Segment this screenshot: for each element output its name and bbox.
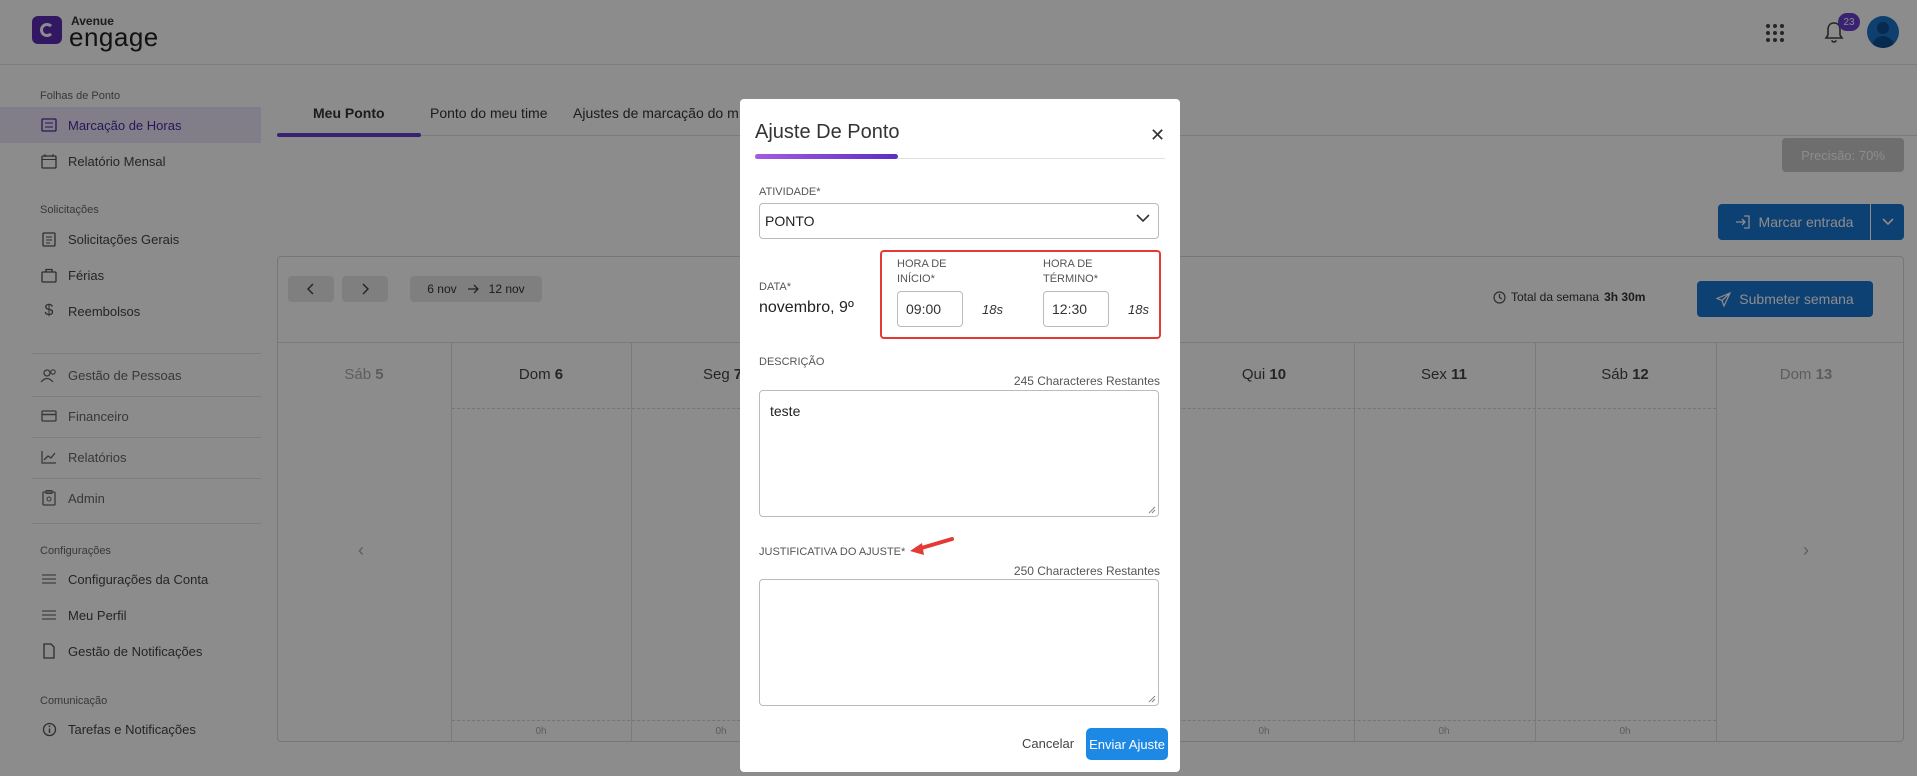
resize-handle-icon[interactable] (1148, 506, 1156, 514)
hora-inicio-duration: 18s (982, 302, 1003, 317)
red-arrow-icon (910, 537, 954, 555)
data-value: novembro, 9º (759, 299, 854, 316)
hora-termino-label: HORA DE TÉRMINO* (1043, 258, 1098, 285)
descricao-remaining: 245 Characteres Restantes (1013, 374, 1160, 388)
descricao-label: DESCRIÇÃO (759, 356, 825, 368)
hora-inicio-input[interactable]: 09:00 (897, 291, 963, 327)
justificativa-textarea[interactable] (759, 579, 1159, 706)
descricao-value: teste (770, 403, 801, 419)
data-label: DATA* (759, 281, 791, 293)
modal-accent-bar (755, 154, 898, 159)
chevron-down-icon (1136, 214, 1150, 223)
enviar-ajuste-button[interactable]: Enviar Ajuste (1086, 728, 1168, 760)
resize-handle-icon[interactable] (1148, 695, 1156, 703)
close-icon[interactable]: ✕ (1150, 125, 1165, 146)
hora-inicio-label: HORA DE INÍCIO* (897, 258, 947, 285)
atividade-label: ATIVIDADE* (759, 186, 821, 198)
descricao-textarea[interactable]: teste (759, 390, 1159, 517)
hora-termino-duration: 18s (1128, 302, 1149, 317)
justificativa-label: JUSTIFICATIVA DO AJUSTE* (759, 546, 906, 558)
ajuste-ponto-modal: Ajuste De Ponto ✕ ATIVIDADE* PONTO DATA*… (740, 99, 1180, 772)
justificativa-remaining: 250 Characteres Restantes (1013, 564, 1160, 578)
cancel-button[interactable]: Cancelar (1022, 736, 1074, 751)
hora-termino-input[interactable]: 12:30 (1043, 291, 1109, 327)
atividade-value: PONTO (765, 213, 815, 229)
atividade-select[interactable]: PONTO (759, 203, 1159, 239)
modal-title: Ajuste De Ponto (755, 121, 900, 143)
